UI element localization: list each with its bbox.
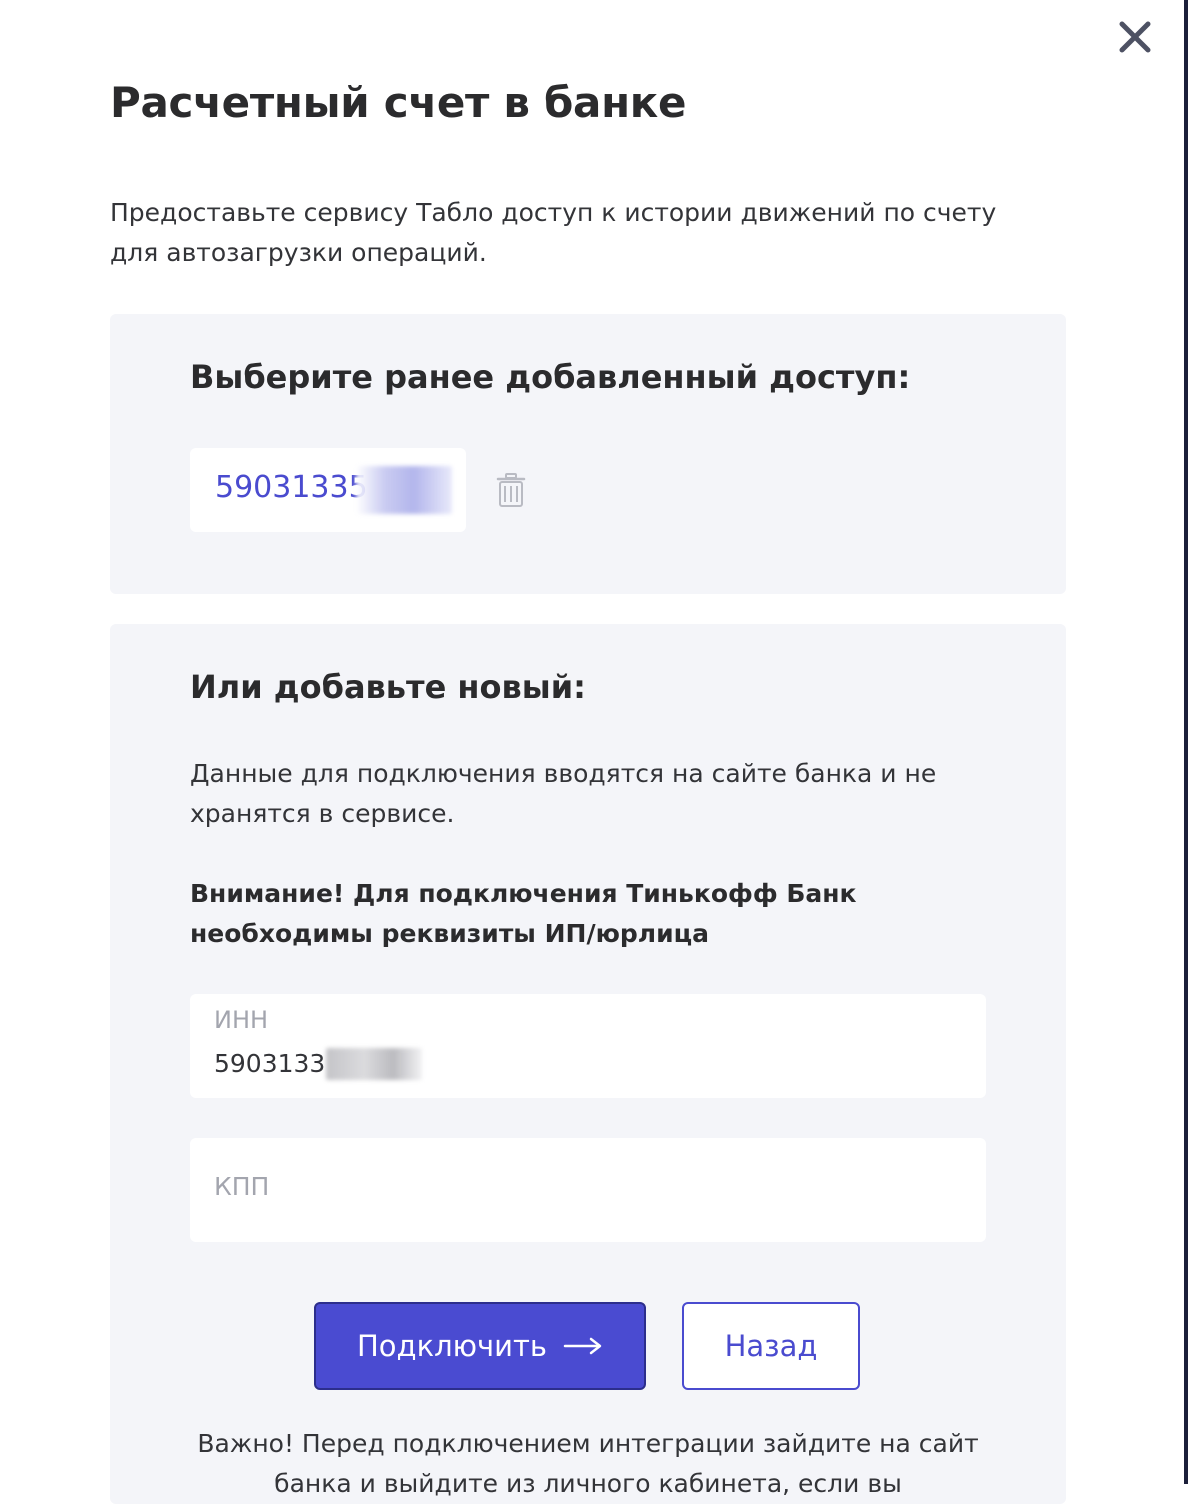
arrow-right-icon (563, 1329, 603, 1363)
inn-field[interactable]: ИНН (190, 994, 986, 1098)
kpp-placeholder: КПП (214, 1172, 270, 1201)
trash-icon (496, 473, 526, 507)
connect-button-label: Подключить (356, 1329, 548, 1363)
redaction-blur (356, 466, 452, 514)
saved-access-chip[interactable]: 59031335 (190, 448, 466, 532)
close-icon (1119, 21, 1151, 53)
delete-access-button[interactable] (494, 472, 528, 508)
new-access-card: Или добавьте новый: Данные для подключен… (110, 624, 1066, 1504)
new-access-heading: Или добавьте новый: (190, 668, 586, 706)
intro-text: Предоставьте сервису Табло доступ к исто… (110, 198, 997, 267)
saved-access-value: 59031335 (215, 470, 368, 505)
existing-access-heading: Выберите ранее добавленный доступ: (190, 358, 911, 396)
kpp-field[interactable]: КПП (190, 1138, 986, 1242)
inn-label: ИНН (214, 1006, 269, 1034)
window-edge (1184, 0, 1188, 1484)
existing-access-card: Выберите ранее добавленный доступ: 59031… (110, 314, 1066, 594)
inn-input[interactable] (214, 1046, 954, 1080)
back-button[interactable]: Назад (682, 1302, 860, 1390)
tinkoff-warning: Внимание! Для подключения Тинькофф Банк … (190, 879, 857, 948)
new-access-description: Данные для подключения вводятся на сайте… (190, 759, 937, 828)
modal-title: Расчетный счет в банке (110, 78, 687, 127)
redaction-blur (326, 1048, 422, 1080)
connect-button[interactable]: Подключить (314, 1302, 646, 1390)
close-button[interactable] (1114, 16, 1156, 58)
important-note: Важно! Перед подключением интеграции зай… (197, 1429, 979, 1498)
